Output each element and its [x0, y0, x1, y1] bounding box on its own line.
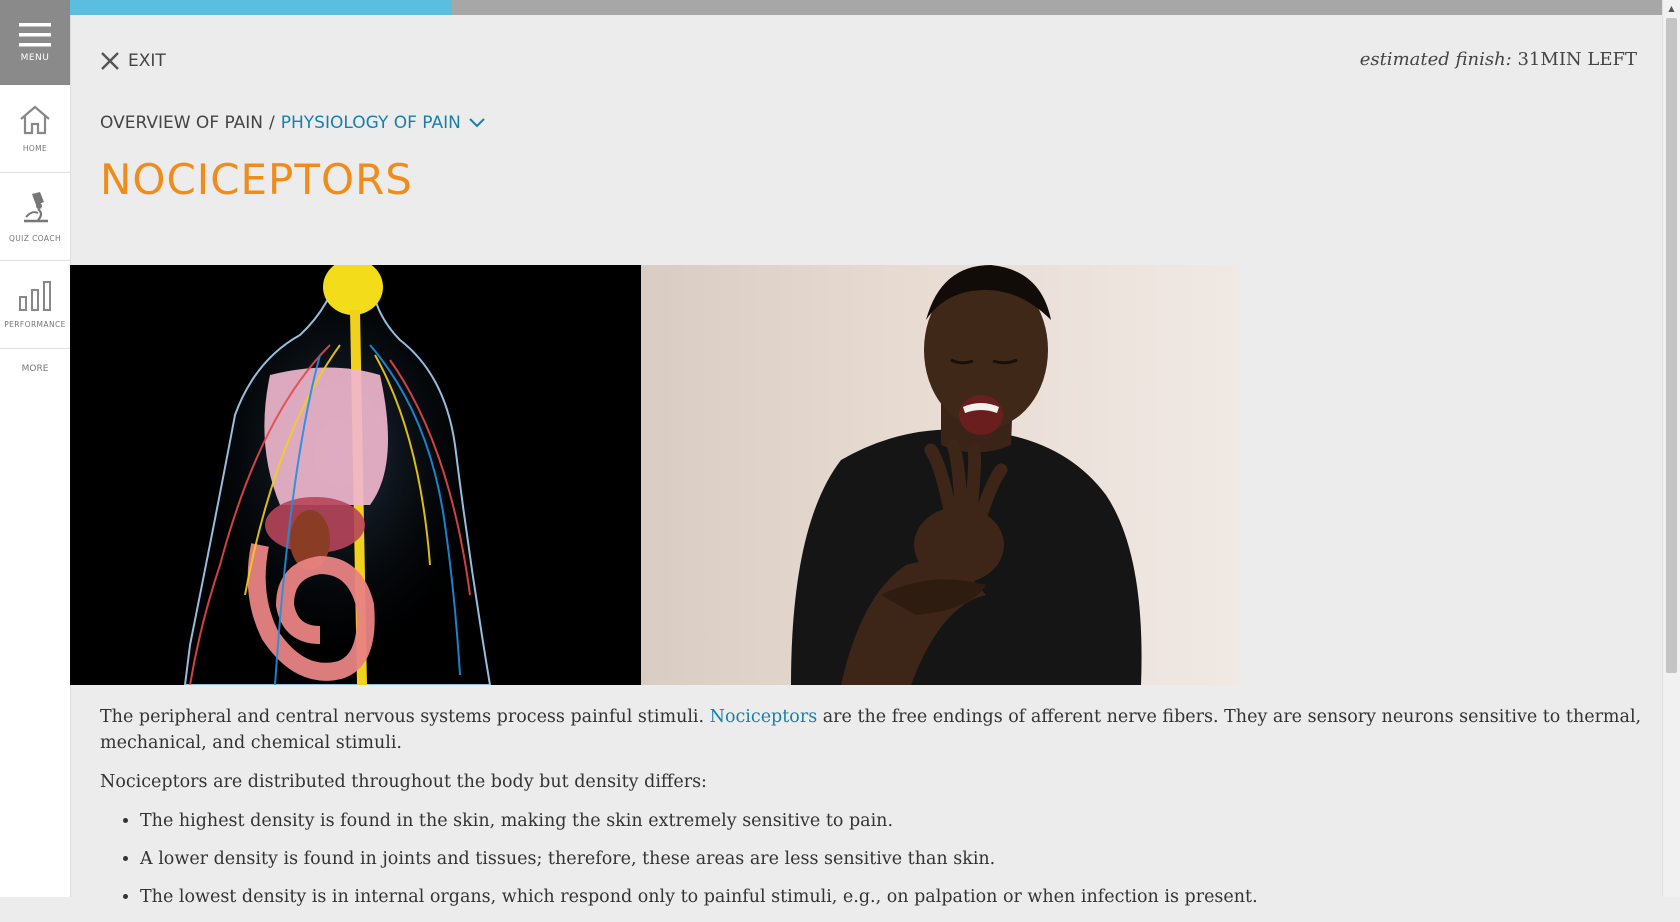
chevron-down-icon [469, 118, 485, 128]
scroll-up-arrow-icon[interactable]: ▲ [1663, 0, 1680, 17]
exit-button[interactable]: EXIT [100, 51, 166, 71]
exit-label: EXIT [128, 51, 166, 71]
menu-label: MENU [20, 53, 50, 63]
intro-text-before: The peripheral and central nervous syste… [100, 707, 710, 727]
home-icon [20, 105, 50, 135]
density-paragraph: Nociceptors are distributed throughout t… [100, 772, 707, 792]
sidebar-item-label: HOME [22, 144, 48, 153]
lesson-body: The peripheral and central nervous syste… [100, 704, 1660, 922]
estimated-finish: estimated finish: 31MIN LEFT [1360, 49, 1637, 70]
breadcrumb-current-dropdown[interactable]: PHYSIOLOGY OF PAIN [281, 113, 485, 133]
anatomy-illustration-image [70, 265, 641, 685]
finish-value: 31MIN LEFT [1517, 49, 1637, 70]
menu-button[interactable]: MENU [0, 0, 70, 85]
sidebar: MENU HOME QUIZ COACH PERFORMANCE MORE [0, 0, 71, 897]
sidebar-item-more[interactable]: MORE [0, 349, 70, 389]
breadcrumb-separator: / [269, 113, 275, 133]
list-item: The highest density is found in the skin… [140, 808, 1660, 834]
page-title: NOCICEPTORS [100, 155, 413, 204]
scrollbar-thumb[interactable] [1666, 18, 1677, 673]
sidebar-item-performance[interactable]: PERFORMANCE [0, 261, 70, 349]
microscope-icon [24, 192, 48, 223]
progress-fill [70, 0, 453, 15]
breadcrumb: OVERVIEW OF PAIN / PHYSIOLOGY OF PAIN [100, 113, 485, 133]
hero-images [70, 265, 1240, 685]
breadcrumb-parent[interactable]: OVERVIEW OF PAIN [100, 113, 263, 133]
man-in-pain-photo [641, 265, 1240, 685]
list-item: A lower density is found in joints and t… [140, 846, 1660, 872]
breadcrumb-current: PHYSIOLOGY OF PAIN [280, 113, 461, 133]
hamburger-icon [19, 23, 51, 47]
bar-chart-icon [19, 281, 51, 311]
close-icon [101, 52, 119, 70]
sidebar-item-label: PERFORMANCE [4, 320, 66, 329]
list-item: The lowest density is in internal organs… [140, 884, 1660, 910]
nociceptors-link[interactable]: Nociceptors [710, 707, 818, 727]
vertical-scrollbar[interactable]: ▲ [1662, 0, 1680, 897]
course-progress-bar [70, 0, 1663, 15]
sidebar-item-label: QUIZ COACH [8, 234, 61, 243]
sidebar-item-home[interactable]: HOME [0, 85, 70, 173]
main-content: EXIT estimated finish: 31MIN LEFT OVERVI… [70, 15, 1663, 907]
density-list: The highest density is found in the skin… [100, 808, 1660, 910]
sidebar-item-quiz-coach[interactable]: QUIZ COACH [0, 173, 70, 261]
finish-prefix: estimated finish: [1359, 49, 1512, 70]
intro-paragraph: The peripheral and central nervous syste… [100, 704, 1660, 756]
